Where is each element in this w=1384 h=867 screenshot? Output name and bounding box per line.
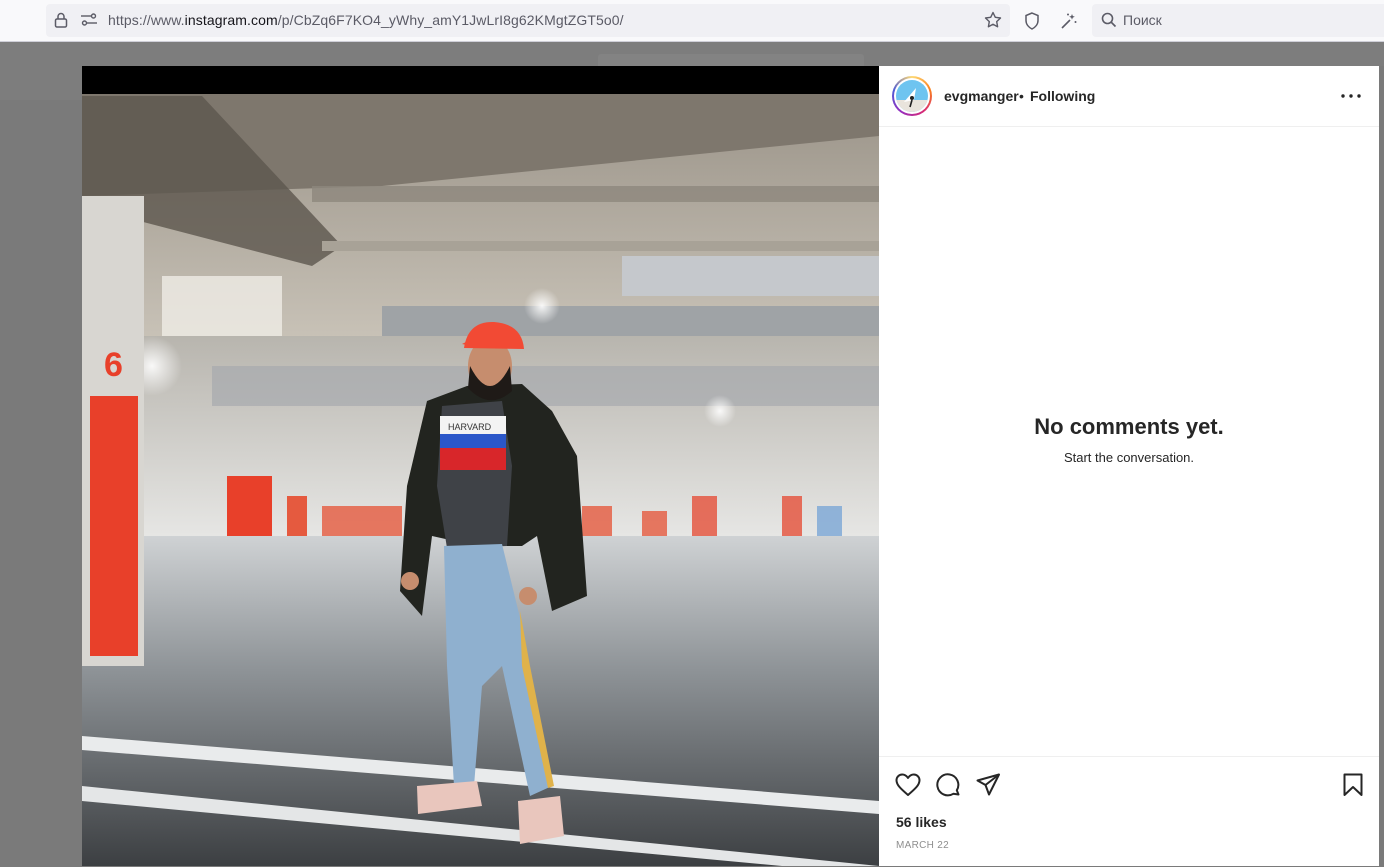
post-header: evgmanger • Following bbox=[879, 66, 1379, 127]
bookmark-star-icon[interactable] bbox=[984, 11, 1002, 34]
browser-toolbar: https://www.instagram.com/p/CbZq6F7KO4_y… bbox=[0, 0, 1384, 42]
url-text[interactable]: https://www.instagram.com/p/CbZq6F7KO4_y… bbox=[108, 12, 624, 28]
dimmed-background bbox=[0, 100, 82, 866]
post-photo[interactable]: 6 HARVARD bbox=[82, 66, 879, 866]
save-bookmark-icon[interactable] bbox=[1342, 773, 1364, 802]
post-date[interactable]: MARCH 22 bbox=[896, 840, 949, 851]
address-bar[interactable]: https://www.instagram.com/p/CbZq6F7KO4_y… bbox=[46, 4, 1010, 37]
pillar-number: 6 bbox=[104, 346, 123, 384]
search-field[interactable]: Поиск bbox=[1092, 4, 1384, 37]
username-link[interactable]: evgmanger bbox=[944, 88, 1019, 104]
following-button[interactable]: Following bbox=[1030, 88, 1095, 104]
likes-count[interactable]: 56 likes bbox=[896, 814, 947, 830]
shield-icon[interactable] bbox=[1024, 12, 1040, 35]
avatar[interactable] bbox=[892, 76, 932, 116]
start-conversation-text: Start the conversation. bbox=[1063, 450, 1195, 465]
dimmed-background-right bbox=[1379, 66, 1384, 866]
separator-dot: • bbox=[1019, 88, 1024, 104]
share-icon[interactable] bbox=[976, 773, 1001, 802]
post-actions: 56 likes MARCH 22 bbox=[879, 756, 1379, 867]
no-comments-title: No comments yet. bbox=[1034, 414, 1224, 439]
permissions-icon[interactable] bbox=[80, 13, 98, 32]
shirt-text: HARVARD bbox=[448, 422, 492, 432]
more-options-icon[interactable] bbox=[1340, 86, 1362, 111]
lock-icon[interactable] bbox=[54, 12, 68, 33]
search-placeholder: Поиск bbox=[1123, 12, 1162, 28]
post-details-panel: evgmanger • Following No comments yet. S… bbox=[879, 66, 1379, 866]
comment-icon[interactable] bbox=[936, 773, 961, 803]
magic-wand-icon[interactable] bbox=[1060, 12, 1078, 35]
like-heart-icon[interactable] bbox=[895, 773, 921, 802]
search-icon bbox=[1101, 12, 1117, 33]
